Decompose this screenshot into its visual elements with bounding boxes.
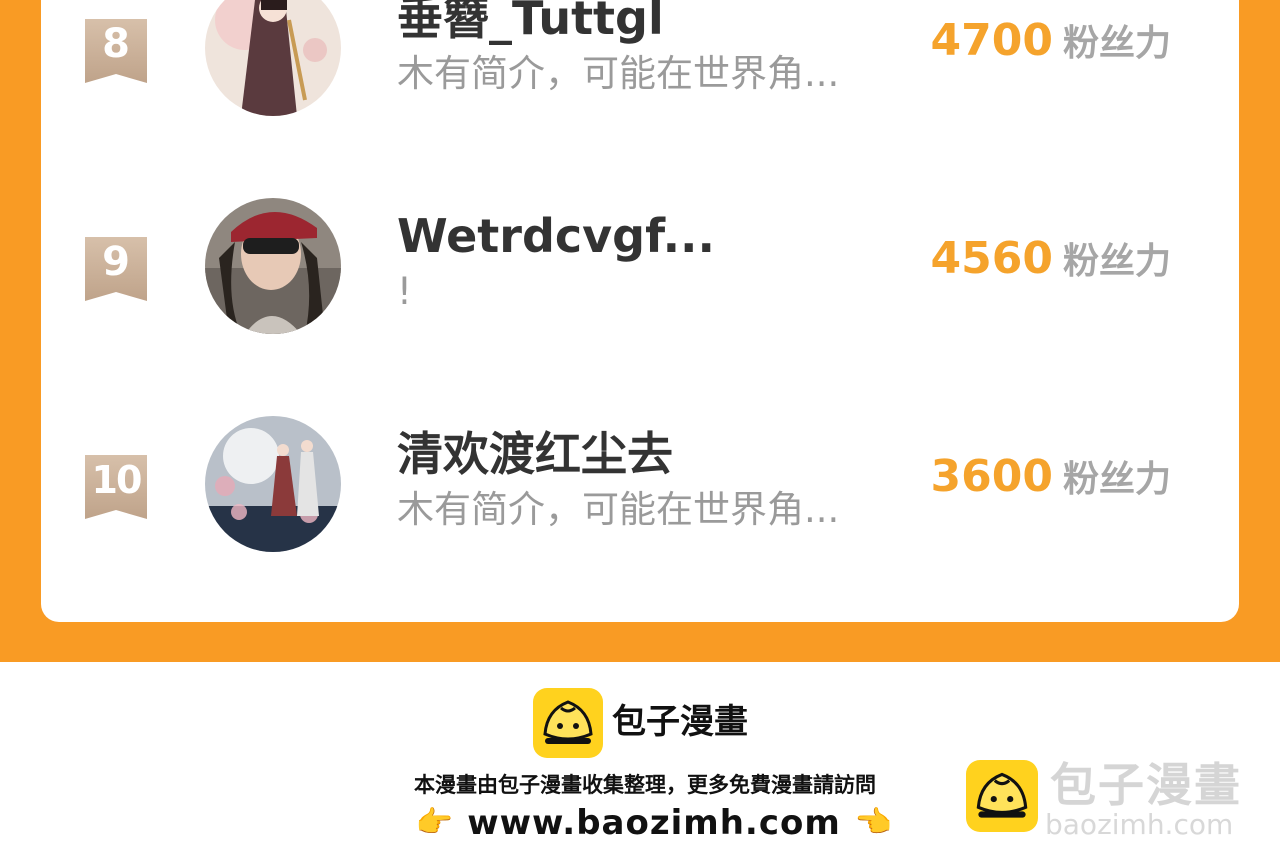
fans-unit: 粉丝力: [1062, 23, 1171, 64]
ranking-row[interactable]: 8 垂簪_Tuttgl 木有简介，可能在世界角... 4700 粉丝力: [41, 0, 1239, 125]
ranking-card: 8 垂簪_Tuttgl 木有简介，可能在世界角... 4700 粉丝力 9 We…: [41, 0, 1239, 622]
ranking-row[interactable]: 9 Wetrdcvgf... ! 4560 粉丝力: [41, 193, 1239, 343]
user-description: !: [397, 270, 412, 313]
ranking-row[interactable]: 10 清欢渡红尘去 木有简介，可能在世界角... 3600 粉丝力: [41, 411, 1239, 561]
user-description: 木有简介，可能在世界角...: [397, 52, 840, 95]
fans-count: 3600 粉丝力: [931, 449, 1171, 514]
site-url-link[interactable]: www.baozimh.com: [467, 803, 841, 843]
brand-name: 包子漫畫: [612, 702, 748, 742]
avatar[interactable]: [205, 0, 341, 116]
fans-count: 4700 粉丝力: [931, 13, 1171, 78]
rank-number: 8: [102, 21, 130, 67]
baozi-logo-icon: [533, 688, 603, 758]
watermark-logo-icon: [966, 760, 1038, 832]
watermark-url: baozimh.com: [1045, 808, 1234, 841]
pointing-right-hand-icon: 👉: [415, 805, 454, 840]
rank-badge: 10: [85, 455, 147, 519]
rank-badge: 8: [85, 19, 147, 83]
rank-number: 9: [102, 239, 130, 285]
fans-number: 4700: [930, 15, 1053, 66]
fans-number: 3600: [930, 451, 1053, 502]
user-name[interactable]: 垂簪_Tuttgl: [397, 0, 664, 47]
avatar[interactable]: [205, 198, 341, 334]
rank-number: 10: [91, 458, 143, 502]
fans-unit: 粉丝力: [1062, 459, 1171, 500]
rank-badge: 9: [85, 237, 147, 301]
user-name[interactable]: Wetrdcvgf...: [397, 207, 715, 265]
pointing-left-hand-icon: 👈: [854, 805, 893, 840]
avatar[interactable]: [205, 416, 341, 552]
user-description: 木有简介，可能在世界角...: [397, 488, 840, 531]
watermark-name: 包子漫畫: [1050, 758, 1242, 812]
footer-url-row: 👉 www.baozimh.com 👈: [416, 800, 892, 846]
user-name[interactable]: 清欢渡红尘去: [397, 425, 673, 483]
fans-count: 4560 粉丝力: [931, 231, 1171, 296]
fans-unit: 粉丝力: [1062, 241, 1171, 282]
fans-number: 4560: [930, 233, 1053, 284]
